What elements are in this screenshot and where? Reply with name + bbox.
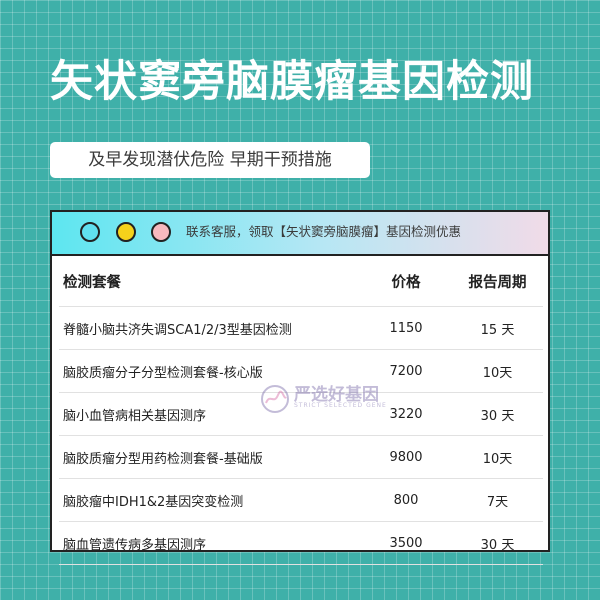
price-table: 检测套餐 价格 报告周期 脊髓小脑共济失调SCA1/2/3型基因检测 1150 … xyxy=(59,256,543,565)
package-price: 9800 xyxy=(360,435,452,479)
price-card: 联系客服，领取【矢状窦旁脑膜瘤】基因检测优惠 检测套餐 价格 报告周期 脊髓小脑… xyxy=(50,210,550,565)
cyan-dot-icon xyxy=(80,222,100,242)
package-period: 15 天 xyxy=(452,306,543,350)
yellow-dot-icon xyxy=(116,222,136,242)
package-name: 脑胶质瘤分子分型检测套餐-核心版 xyxy=(59,349,360,393)
table-header-row: 检测套餐 价格 报告周期 xyxy=(59,256,543,307)
package-name: 脊髓小脑共济失调SCA1/2/3型基因检测 xyxy=(59,306,360,350)
table-row[interactable]: 脑胶质瘤分型用药检测套餐-基础版 9800 10天 xyxy=(59,435,543,479)
package-price: 3220 xyxy=(360,392,452,436)
package-period: 10天 xyxy=(452,435,543,479)
table-row[interactable]: 脊髓小脑共济失调SCA1/2/3型基因检测 1150 15 天 xyxy=(59,306,543,350)
header-package: 检测套餐 xyxy=(59,256,360,307)
package-price: 7200 xyxy=(360,349,452,393)
page-title: 矢状窦旁脑膜瘤基因检测 xyxy=(50,57,534,107)
package-name: 脑血管遗传病多基因测序 xyxy=(59,521,360,565)
package-name: 脑胶瘤中IDH1&2基因突变检测 xyxy=(59,478,360,522)
header-period: 报告周期 xyxy=(452,256,543,307)
pink-dot-icon xyxy=(151,222,171,242)
card-header-bar: 联系客服，领取【矢状窦旁脑膜瘤】基因检测优惠 xyxy=(52,212,548,256)
package-name: 脑胶质瘤分型用药检测套餐-基础版 xyxy=(59,435,360,479)
customer-service-notice[interactable]: 联系客服，领取【矢状窦旁脑膜瘤】基因检测优惠 xyxy=(186,212,461,252)
package-period: 30 天 xyxy=(452,392,543,436)
table-row[interactable]: 脑小血管病相关基因测序 3220 30 天 xyxy=(59,392,543,436)
package-period: 7天 xyxy=(452,478,543,522)
table-row[interactable]: 脑血管遗传病多基因测序 3500 30 天 xyxy=(59,521,543,565)
package-name: 脑小血管病相关基因测序 xyxy=(59,392,360,436)
package-period: 10天 xyxy=(452,349,543,393)
table-row[interactable]: 脑胶瘤中IDH1&2基因突变检测 800 7天 xyxy=(59,478,543,522)
header-price: 价格 xyxy=(360,256,452,307)
package-period: 30 天 xyxy=(452,521,543,565)
package-price: 1150 xyxy=(360,306,452,350)
package-price: 3500 xyxy=(360,521,452,565)
package-price: 800 xyxy=(360,478,452,522)
subtitle-banner: 及早发现潜伏危险 早期干预措施 xyxy=(50,142,370,178)
table-row[interactable]: 脑胶质瘤分子分型检测套餐-核心版 7200 10天 xyxy=(59,349,543,393)
